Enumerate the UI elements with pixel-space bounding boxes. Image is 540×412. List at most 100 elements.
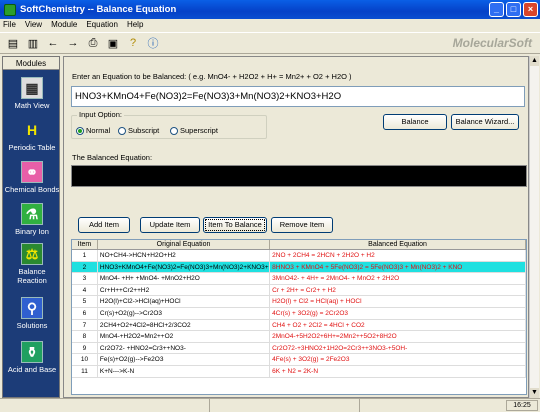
original-equation-cell: Cr+H++Cr2++H2	[98, 284, 271, 296]
item-cell: 3	[72, 273, 98, 284]
item-cell: 5	[72, 296, 98, 307]
balance-button[interactable]: Balance	[383, 114, 447, 130]
table-row[interactable]: 10 Fe(s)+O2(g)-->Fe2O3 4Fe(s) + 3O2(g) = 2…	[72, 354, 526, 366]
radio-dot	[118, 126, 126, 135]
item-to-balance-button[interactable]: Item To Balance	[203, 217, 267, 233]
flask-icon: ⚲	[21, 297, 43, 319]
balance-wizard-button[interactable]: Balance Wizard...	[451, 114, 519, 130]
sidebar-item-periodic-table[interactable]: H Periodic Table	[3, 119, 61, 152]
print-preview-icon[interactable]: ▣	[106, 36, 120, 50]
table-row[interactable]: 11 K+N--->K-N 6K + N2 = 2K-N	[72, 365, 526, 378]
original-equation-cell: MnO4- +H+ +MnO4- +MnO2+H2O	[98, 273, 271, 284]
radio-superscript[interactable]: Superscript	[170, 126, 218, 135]
sidebar-item-solutions[interactable]: ⚲ Solutions	[3, 297, 61, 330]
balanced-equation-cell: H2O(l) + Cl2 = HCl(aq) + HOCl	[270, 296, 526, 307]
forward-icon[interactable]: →	[66, 36, 80, 50]
menu-file[interactable]: File	[3, 19, 16, 31]
table-row[interactable]: 1 NO+CH4->HCN+H2O+H2 2NO + 2CH4 = 2HCN + 2…	[72, 250, 526, 262]
calculator-icon: ▦	[21, 77, 43, 99]
table-row[interactable]: 8 MnO4-+H2O2=Mn2++O2 2MnO4-+5H2O2+6H+=2Mn2…	[72, 331, 526, 343]
sidebar-item-balance-reaction[interactable]: ⚖ Balance Reaction	[3, 243, 61, 285]
sidebar-item-label: Balance Reaction	[17, 267, 47, 285]
equation-input[interactable]: HNO3+KMnO4+Fe(NO3)2=Fe(NO3)3+Mn(NO3)2+KN…	[71, 86, 525, 107]
item-cell: 8	[72, 331, 98, 342]
sidebar-item-acid-and-base[interactable]: ⚱ Acid and Base	[3, 341, 61, 374]
sidebar-item-binary-ion[interactable]: ⚗ Binary Ion	[3, 203, 61, 236]
update-item-button[interactable]: Update Item	[140, 217, 200, 233]
col-balanced-equation[interactable]: Balanced Equation	[270, 240, 526, 249]
add-item-button[interactable]: Add Item	[78, 217, 130, 233]
maximize-icon[interactable]: □	[506, 2, 521, 17]
sidebar-item-chemical-bonds[interactable]: ⚭ Chemical Bonds	[3, 161, 61, 194]
table-body: 1 NO+CH4->HCN+H2O+H2 2NO + 2CH4 = 2HCN + 2…	[72, 250, 526, 378]
table-row[interactable]: 3 MnO4- +H+ +MnO4- +MnO2+H2O 3MnO42- + 4H+…	[72, 273, 526, 285]
item-cell: 4	[72, 284, 98, 296]
col-item[interactable]: Item	[72, 240, 98, 249]
menu-module[interactable]: Module	[51, 19, 77, 31]
menu-view[interactable]: View	[25, 19, 42, 31]
binary-ion-icon: ⚗	[21, 203, 43, 225]
radio-normal[interactable]: Normal	[76, 126, 110, 135]
original-equation-cell: H2O(l)+Cl2->HCl(aq)+HOCl	[98, 296, 271, 307]
back-icon[interactable]: ←	[46, 36, 60, 50]
vertical-scrollbar[interactable]: ▲ ▼	[529, 56, 539, 398]
window-title: SoftChemistry -- Balance Equation	[20, 4, 177, 15]
print-icon[interactable]: ⎙	[86, 36, 100, 50]
sidebar-item-label: Chemical Bonds	[4, 185, 60, 194]
sidebar-header: Modules	[3, 57, 59, 70]
original-equation-cell: Cr2O72- +HNO2=Cr3++NO3-	[98, 342, 271, 354]
title-bar: SoftChemistry -- Balance Equation _ □ ×	[0, 0, 540, 19]
col-original-equation[interactable]: Original Equation	[98, 240, 271, 249]
original-equation-cell: NO+CH4->HCN+H2O+H2	[98, 250, 271, 261]
item-cell: 11	[72, 365, 98, 377]
original-equation-cell: 2CH4+O2+4Cl2=8HCl+2/3CO2	[98, 319, 271, 331]
close-icon[interactable]: ×	[523, 2, 538, 17]
scroll-up-icon[interactable]: ▲	[530, 56, 539, 66]
menu-help[interactable]: Help	[127, 19, 143, 31]
periodic-table-icon: H	[21, 119, 43, 141]
status-pane	[210, 399, 360, 412]
item-cell: 9	[72, 342, 98, 354]
hint-icon[interactable]: ?	[126, 36, 140, 50]
view-icon[interactable]: ▤	[6, 36, 20, 50]
input-option-label: Input Option:	[77, 110, 124, 119]
balanced-equation-cell: Cr2O72-+3HNO2+1H2O=2Cr3++3NO3-+5OH-	[270, 342, 526, 354]
balanced-equation-output	[71, 165, 527, 187]
original-equation-cell: MnO4-+H2O2=Mn2++O2	[98, 331, 271, 342]
layout-icon[interactable]: ▥	[26, 36, 40, 50]
menu-equation[interactable]: Equation	[86, 19, 118, 31]
sidebar-item-label: Periodic Table	[8, 143, 56, 152]
radio-subscript[interactable]: Subscript	[118, 126, 159, 135]
table-row[interactable]: 4 Cr+H++Cr2++H2 Cr + 2H+ = Cr2+ + H2	[72, 284, 526, 297]
scroll-down-icon[interactable]: ▼	[530, 388, 539, 398]
equation-table: Item Original Equation Balanced Equation…	[71, 239, 527, 395]
sidebar-item-math-view[interactable]: ▦ Math View	[3, 77, 61, 110]
item-cell: 6	[72, 307, 98, 319]
table-row[interactable]: 6 Cr(s)+O2(g)-->Cr2O3 4Cr(s) + 3O2(g) = 2C…	[72, 307, 526, 320]
table-row[interactable]: 2 HNO3+KMnO4+Fe(NO3)2=Fe(NO3)3+Mn(NO3)2+K…	[72, 261, 526, 274]
balanced-equation-label: The Balanced Equation:	[72, 153, 153, 162]
status-bar: 16:25	[0, 398, 540, 412]
sidebar-item-label: Acid and Base	[7, 365, 57, 374]
menu-bar: File View Module Equation Help	[0, 19, 540, 31]
balanced-equation-cell: 2MnO4-+5H2O2+6H+=2Mn2++5O2+8H2O	[270, 331, 526, 342]
remove-item-button[interactable]: Remove Item	[271, 217, 333, 233]
brand-logo: MolecularSoft	[452, 36, 532, 50]
status-pane	[0, 399, 210, 412]
minimize-icon[interactable]: _	[489, 2, 504, 17]
sidebar-item-label: Math View	[14, 101, 50, 110]
modules-sidebar: Modules ▦ Math View H Periodic Table ⚭ C…	[2, 56, 60, 398]
item-cell: 7	[72, 319, 98, 331]
status-time: 16:25	[506, 400, 538, 411]
balanced-equation-cell: 4Cr(s) + 3O2(g) = 2Cr2O3	[270, 307, 526, 319]
table-header: Item Original Equation Balanced Equation	[72, 240, 526, 250]
balanced-equation-cell: Cr + 2H+ = Cr2+ + H2	[270, 284, 526, 296]
table-row[interactable]: 7 2CH4+O2+4Cl2=8HCl+2/3CO2 CH4 + O2 + 2Cl2…	[72, 319, 526, 332]
balanced-equation-cell: 3MnO42- + 4H+ = 2MnO4- + MnO2 + 2H2O	[270, 273, 526, 284]
table-row[interactable]: 5 H2O(l)+Cl2->HCl(aq)+HOCl H2O(l) + Cl2 = …	[72, 296, 526, 308]
table-row[interactable]: 9 Cr2O72- +HNO2=Cr3++NO3- Cr2O72-+3HNO2+1H…	[72, 342, 526, 355]
item-cell: 2	[72, 261, 98, 273]
info-icon[interactable]: ⓘ	[146, 36, 160, 50]
original-equation-cell: HNO3+KMnO4+Fe(NO3)2=Fe(NO3)3+Mn(NO3)2+KN…	[99, 261, 271, 273]
balanced-equation-cell: 8HNO3 + KMnO4 + 5Fe(NO3)2 = 5Fe(NO3)3 + …	[270, 261, 526, 273]
